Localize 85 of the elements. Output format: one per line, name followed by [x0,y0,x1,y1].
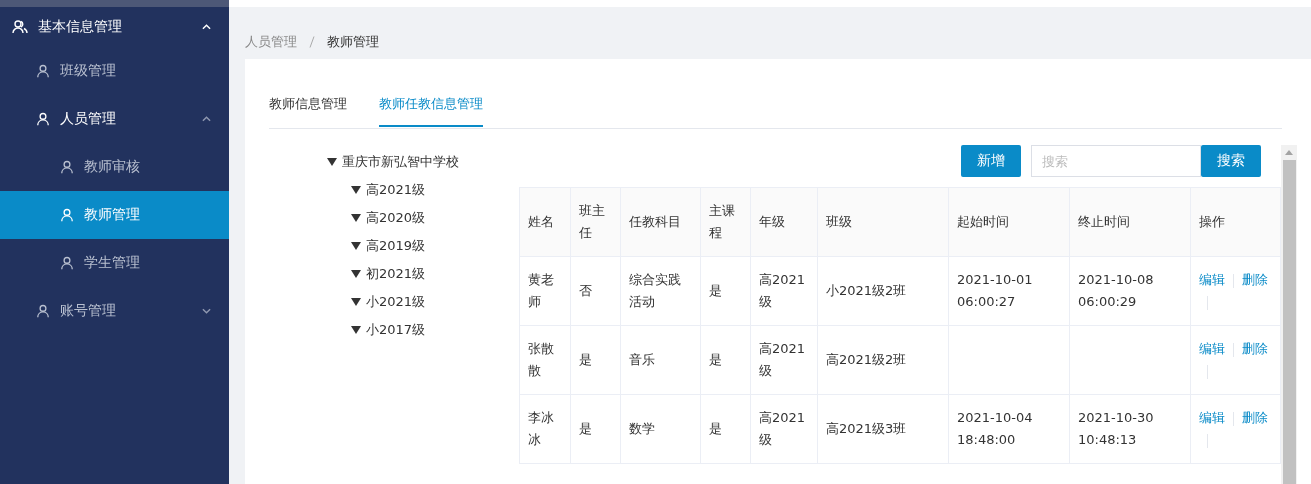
menu-label: 教师管理 [84,206,141,224]
table-cell: 综合实践活动 [620,256,701,326]
chevron-icon [202,308,211,314]
menu-item[interactable]: 班级管理 [0,47,229,95]
action-link[interactable]: 删除 [1242,272,1268,287]
caret-icon[interactable] [351,242,361,250]
tree-label: 小2017级 [366,321,426,339]
column-header: 姓名 [519,187,571,257]
column-header: 操作 [1190,187,1281,257]
column-header: 班级 [817,187,949,257]
tree-label: 高2021级 [366,181,426,199]
table-cell: 是 [700,325,751,395]
action-link[interactable]: 删除 [1242,410,1268,425]
users-icon [12,19,28,35]
action-link[interactable]: 编辑 [1199,410,1225,425]
action-link[interactable]: 删除 [1242,341,1268,356]
menu-item[interactable]: 教师审核 [0,143,229,191]
table-cell: 高2021级3班 [817,394,949,464]
person-icon [60,208,74,222]
search-button[interactable]: 搜索 [1201,145,1261,177]
column-header: 年级 [750,187,818,257]
breadcrumb-item[interactable]: 人员管理 [245,33,297,51]
table-cell: 小2021级2班 [817,256,949,326]
table-cell: 2021-10-08 06:00:29 [1069,256,1191,326]
table-cell: 高2021级 [750,256,818,326]
table-cell: 2021-10-01 06:00:27 [948,256,1070,326]
caret-icon[interactable] [351,298,361,306]
column-header: 终止时间 [1069,187,1191,257]
search-field[interactable]: 搜索 [1031,145,1201,177]
caret-icon[interactable] [327,158,337,166]
table-cell: 是 [700,256,751,326]
person-icon [60,256,74,270]
menu-item[interactable]: 人员管理 [0,95,229,143]
table-cell: 2021-10-30 10:48:13 [1069,394,1191,464]
menu-label: 教师审核 [84,158,141,176]
column-header: 主课程 [700,187,751,257]
menu-label: 基本信息管理 [38,18,123,36]
scrollbar-thumb[interactable] [1282,160,1296,484]
menu-label: 账号管理 [60,302,117,320]
breadcrumb-item: 教师管理 [327,33,379,51]
menu-item[interactable]: 基本信息管理 [0,7,229,47]
slash-icon [309,36,315,48]
add-button[interactable]: 新增 [961,145,1021,177]
person-icon [36,64,50,78]
table-cell: 高2021级 [750,325,818,395]
tab[interactable]: 教师信息管理 [269,95,347,127]
chevron-icon [202,24,211,30]
column-header: 任教科目 [620,187,701,257]
scrollbar[interactable] [1281,145,1297,484]
caret-icon[interactable] [351,326,361,334]
table-cell: 是 [570,325,621,395]
menu-item[interactable]: 账号管理 [0,287,229,335]
table-cell: 张散散 [519,325,571,395]
table-cell: 是 [570,394,621,464]
tree-label: 初2021级 [366,265,426,283]
table-cell: 2021-10-04 18:48:00 [948,394,1070,464]
tree-label: 小2021级 [366,293,426,311]
column-header: 起始时间 [948,187,1070,257]
caret-icon[interactable] [351,186,361,194]
person-icon [36,304,50,318]
menu-label: 学生管理 [84,254,141,272]
tree-label: 重庆市新弘智中学校 [342,153,459,171]
action-link[interactable]: 编辑 [1199,341,1225,356]
person-icon [36,112,50,126]
caret-icon[interactable] [351,214,361,222]
table-cell: 李冰冰 [519,394,571,464]
menu-label: 人员管理 [60,110,117,128]
caret-icon[interactable] [351,270,361,278]
table-cell: 高2021级2班 [817,325,949,395]
table-cell: 数学 [620,394,701,464]
table-cell: 高2021级 [750,394,818,464]
person-icon [60,160,74,174]
table-cell: 是 [700,394,751,464]
table-cell: 音乐 [620,325,701,395]
tree-label: 高2019级 [366,237,426,255]
action-link[interactable]: 编辑 [1199,272,1225,287]
tree-label: 高2020级 [366,209,426,227]
table-cell: 否 [570,256,621,326]
menu-label: 班级管理 [60,62,117,80]
tab[interactable]: 教师任教信息管理 [379,95,483,127]
menu-item[interactable]: 教师管理 [0,191,229,239]
table-cell: 黄老师 [519,256,571,326]
column-header: 班主任 [570,187,621,257]
menu-item[interactable]: 学生管理 [0,239,229,287]
chevron-icon [202,116,211,122]
